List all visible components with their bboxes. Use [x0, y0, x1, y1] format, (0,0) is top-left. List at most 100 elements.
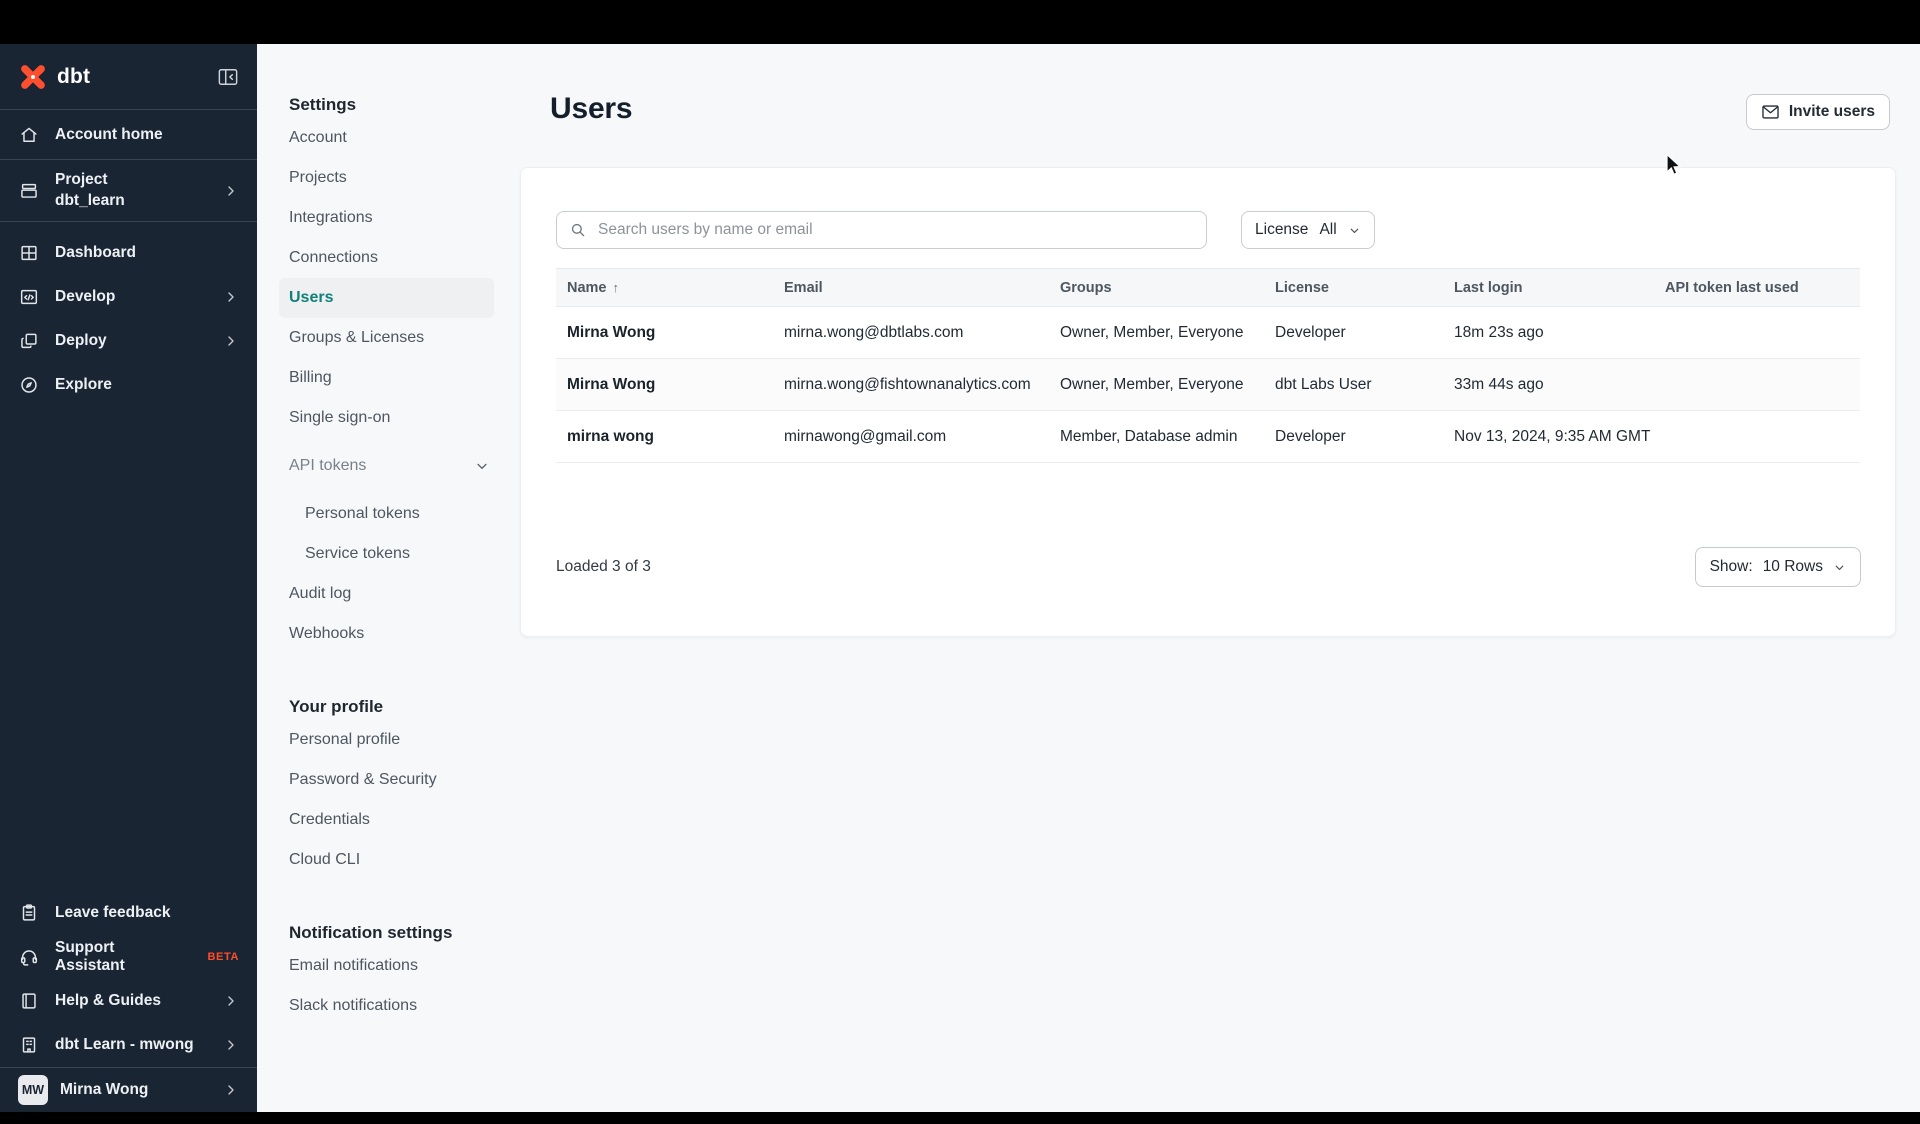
archive-box-icon: [18, 180, 40, 202]
column-label: Name: [567, 279, 607, 296]
chevron-right-icon: [223, 993, 239, 1009]
column-header-email[interactable]: Email: [784, 280, 1060, 296]
cell-last-login: 18m 23s ago: [1454, 323, 1544, 341]
user-avatar: MW: [18, 1075, 48, 1105]
settings-item-connections[interactable]: Connections: [289, 238, 504, 278]
sidebar-item-account-home[interactable]: Account home: [0, 110, 257, 160]
column-header-api-token[interactable]: API token last used: [1665, 280, 1860, 296]
sidebar-item-support-assistant[interactable]: Support Assistant BETA: [0, 935, 257, 979]
settings-heading: Settings: [289, 95, 357, 114]
chevron-down-icon: [1833, 561, 1846, 574]
settings-item-label: Account: [289, 129, 347, 146]
home-icon: [18, 124, 40, 146]
settings-item-label: Personal tokens: [305, 505, 420, 522]
column-label: Email: [784, 279, 823, 296]
settings-item-personal-tokens[interactable]: Personal tokens: [289, 494, 504, 534]
sidebar-item-develop[interactable]: Develop: [0, 275, 257, 319]
settings-item-projects[interactable]: Projects: [289, 158, 504, 198]
sidebar-item-help-guides[interactable]: Help & Guides: [0, 979, 257, 1023]
book-icon: [18, 990, 40, 1012]
sidebar-item-label: Account home: [55, 125, 163, 143]
show-label: Show:: [1709, 558, 1753, 575]
license-filter-label: License: [1255, 221, 1309, 238]
sidebar-item-deploy[interactable]: Deploy: [0, 319, 257, 363]
settings-item-label: Personal profile: [289, 731, 401, 748]
table-row[interactable]: Mirna Wong mirna.wong@fishtownanalytics.…: [556, 359, 1860, 411]
settings-item-webhooks[interactable]: Webhooks: [289, 614, 504, 654]
loaded-count-text: Loaded 3 of 3: [556, 558, 651, 575]
chevron-right-icon: [223, 1037, 239, 1053]
settings-item-label: Credentials: [289, 811, 370, 828]
settings-item-billing[interactable]: Billing: [289, 358, 504, 398]
settings-item-personal-profile[interactable]: Personal profile: [289, 720, 504, 760]
cell-license: Developer: [1275, 323, 1346, 341]
building-icon: [18, 1034, 40, 1056]
your-profile-heading: Your profile: [289, 697, 384, 716]
settings-item-label: Service tokens: [305, 545, 410, 562]
collapse-sidebar-icon[interactable]: [217, 67, 239, 87]
settings-item-single-sign-on[interactable]: Single sign-on: [289, 398, 504, 438]
clipboard-icon: [18, 902, 40, 924]
settings-item-api-tokens[interactable]: API tokens: [289, 446, 504, 486]
settings-item-account[interactable]: Account: [289, 118, 504, 158]
sidebar-item-project[interactable]: Project dbt_learn: [0, 160, 257, 222]
chevron-right-icon: [223, 333, 239, 349]
table-row[interactable]: Mirna Wong mirna.wong@dbtlabs.com Owner,…: [556, 307, 1860, 359]
table-row[interactable]: mirna wong mirnawong@gmail.com Member, D…: [556, 411, 1860, 463]
column-header-groups[interactable]: Groups: [1060, 280, 1275, 296]
sidebar: dbt Account home Project dbt_learn Dashb…: [0, 44, 257, 1112]
column-header-license[interactable]: License: [1275, 280, 1454, 296]
search-users-input[interactable]: [596, 220, 1194, 240]
headset-icon: [18, 946, 40, 968]
envelope-icon: [1762, 105, 1779, 119]
sidebar-item-explore[interactable]: Explore: [0, 363, 257, 407]
sidebar-user-menu[interactable]: MW Mirna Wong: [0, 1067, 257, 1112]
settings-item-groups-licenses[interactable]: Groups & Licenses: [289, 318, 504, 358]
settings-item-integrations[interactable]: Integrations: [289, 198, 504, 238]
settings-item-password-security[interactable]: Password & Security: [289, 760, 504, 800]
cell-groups: Member, Database admin: [1060, 427, 1238, 445]
sidebar-item-label: Dashboard: [55, 244, 136, 261]
invite-users-label: Invite users: [1788, 103, 1875, 120]
sidebar-item-dbt-learn[interactable]: dbt Learn - mwong: [0, 1023, 257, 1067]
settings-item-label: Users: [289, 289, 334, 306]
cell-email: mirna.wong@dbtlabs.com: [784, 323, 964, 341]
settings-item-credentials[interactable]: Credentials: [289, 800, 504, 840]
table-footer: Loaded 3 of 3 Show: 10 Rows: [556, 547, 1861, 587]
settings-item-service-tokens[interactable]: Service tokens: [289, 534, 504, 574]
cell-name: mirna wong: [567, 427, 654, 445]
sidebar-item-label: Leave feedback: [55, 904, 171, 921]
cell-email: mirnawong@gmail.com: [784, 427, 947, 445]
settings-item-email-notifications[interactable]: Email notifications: [289, 946, 504, 986]
sidebar-item-dashboard[interactable]: Dashboard: [0, 231, 257, 275]
cell-name: Mirna Wong: [567, 375, 656, 393]
sidebar-item-label: dbt Learn - mwong: [55, 1036, 194, 1053]
invite-users-button[interactable]: Invite users: [1745, 94, 1890, 130]
sidebar-item-label: Support Assistant: [55, 939, 125, 974]
sidebar-item-label: Explore: [55, 376, 112, 393]
show-value: 10 Rows: [1762, 558, 1823, 575]
sort-ascending-icon: ↑: [612, 279, 620, 295]
users-toolbar: License All: [556, 211, 1860, 249]
dashboard-grid-icon: [18, 242, 40, 264]
search-users-input-wrap: [556, 211, 1207, 249]
settings-item-slack-notifications[interactable]: Slack notifications: [289, 986, 504, 1026]
settings-item-audit-log[interactable]: Audit log: [289, 574, 504, 614]
column-header-last-login[interactable]: Last login: [1454, 280, 1665, 296]
column-label: Groups: [1060, 279, 1112, 296]
settings-item-cloud-cli[interactable]: Cloud CLI: [289, 840, 504, 880]
license-filter-dropdown[interactable]: License All: [1241, 211, 1375, 249]
cell-email: mirna.wong@fishtownanalytics.com: [784, 375, 1031, 393]
app-window: dbt Account home Project dbt_learn Dashb…: [0, 0, 1920, 1124]
cell-name: Mirna Wong: [567, 323, 656, 341]
dbt-logo-text: dbt: [57, 64, 91, 88]
sidebar-item-leave-feedback[interactable]: Leave feedback: [0, 891, 257, 935]
page-title: Users: [550, 92, 633, 125]
users-card: License All Name ↑ Email Groups License L…: [520, 167, 1896, 637]
settings-item-label: Cloud CLI: [289, 851, 361, 868]
settings-item-label: Password & Security: [289, 771, 437, 788]
column-header-name[interactable]: Name ↑: [567, 280, 784, 296]
cell-last-login: 33m 44s ago: [1454, 375, 1544, 393]
rows-per-page-dropdown[interactable]: Show: 10 Rows: [1694, 547, 1861, 587]
settings-item-users[interactable]: Users: [279, 278, 494, 318]
